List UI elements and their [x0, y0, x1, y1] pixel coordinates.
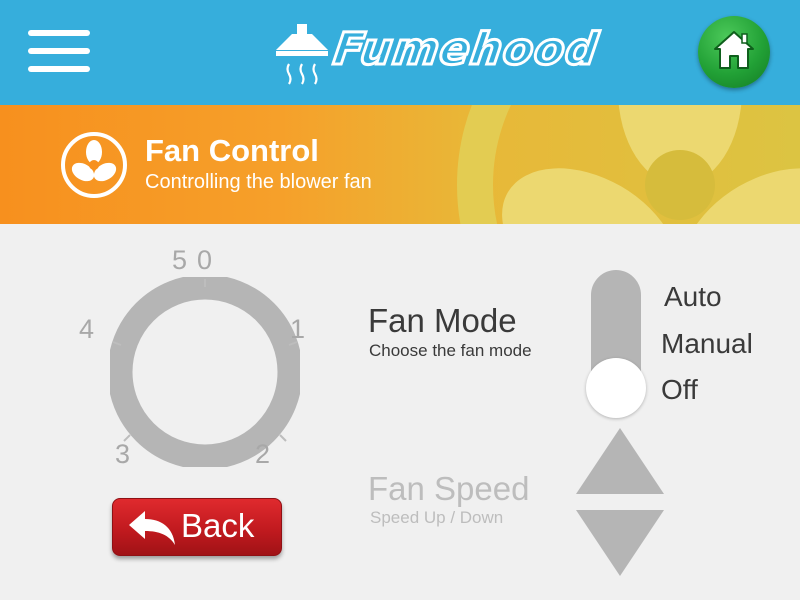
- dial-label-0: 0: [197, 245, 213, 275]
- fan-background-graphic: [457, 105, 800, 224]
- dial-label-4: 4: [79, 314, 95, 344]
- fan-mode-option-manual[interactable]: Manual: [661, 328, 753, 360]
- fan-mode-option-off[interactable]: Off: [661, 374, 698, 406]
- dial-label-3: 3: [115, 439, 131, 469]
- dial-label-2: 2: [255, 439, 271, 469]
- speed-down-arrow-icon[interactable]: [576, 510, 664, 578]
- back-arrow-icon: [129, 511, 175, 545]
- page-subtitle: Controlling the blower fan: [145, 171, 372, 193]
- home-icon: [714, 31, 754, 69]
- page-title: Fan Control: [145, 133, 319, 168]
- back-button[interactable]: Back: [112, 498, 282, 556]
- fan-speed-title: Fan Speed: [368, 470, 530, 507]
- brand-logo-text: Fumehood: [329, 23, 603, 77]
- dial-label-1: 1: [290, 314, 306, 344]
- dial-ring: [110, 277, 300, 467]
- top-bar: Fumehood: [0, 0, 800, 105]
- dial-label-5: 5: [172, 245, 188, 275]
- fan-mode-option-auto[interactable]: Auto: [664, 281, 722, 313]
- fan-speed-subtitle: Speed Up / Down: [370, 508, 504, 527]
- speed-up-arrow-icon[interactable]: [576, 428, 664, 496]
- fan-speed-dial[interactable]: 5 0 1 2 3 4: [75, 240, 335, 480]
- hamburger-menu-icon[interactable]: [28, 28, 90, 74]
- home-button[interactable]: [698, 16, 770, 88]
- page-header: Fan Control Controlling the blower fan: [0, 105, 800, 224]
- fan-mode-title: Fan Mode: [368, 302, 517, 339]
- fan-icon: [61, 132, 127, 198]
- fan-mode-slider-knob[interactable]: [586, 358, 646, 418]
- range-hood-icon: [276, 24, 328, 85]
- back-button-label: Back: [181, 507, 255, 544]
- fan-mode-subtitle: Choose the fan mode: [369, 341, 532, 360]
